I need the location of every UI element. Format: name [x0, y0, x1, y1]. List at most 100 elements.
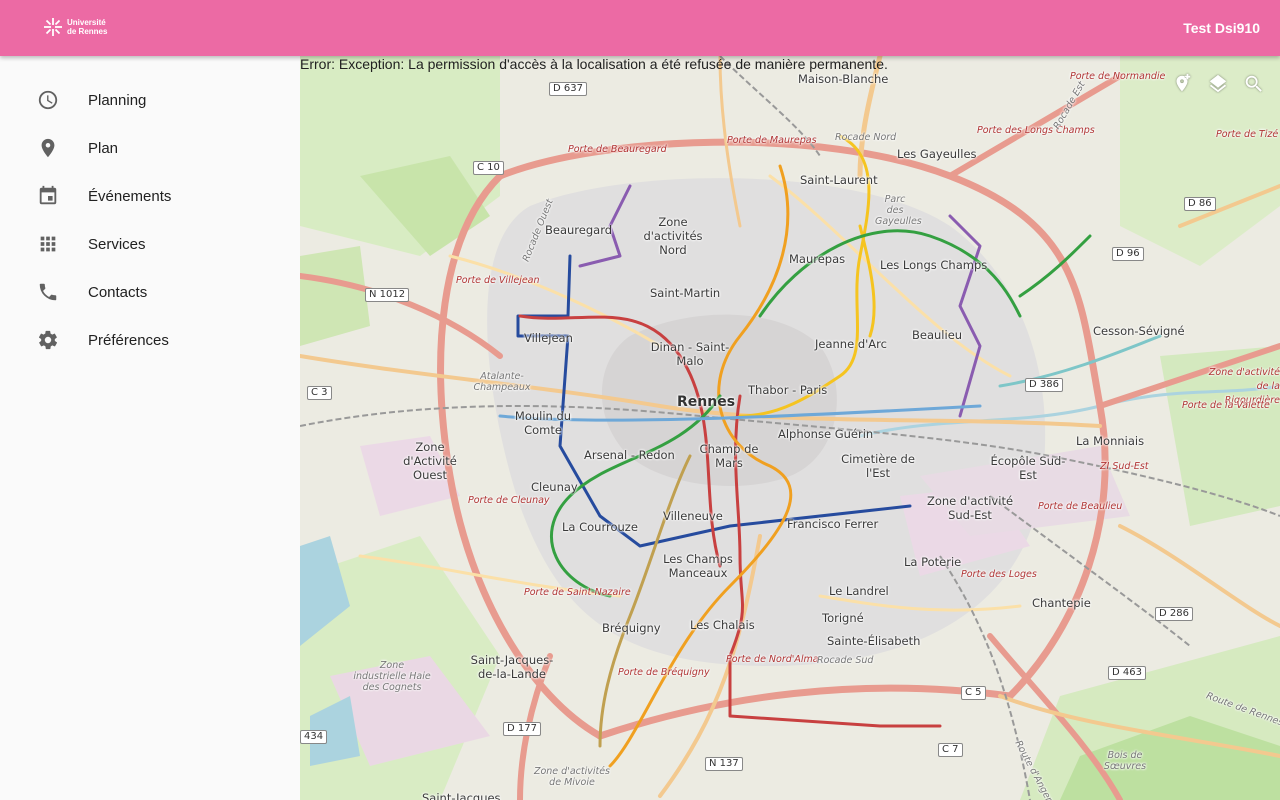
place-label: La Courrouze — [562, 520, 638, 534]
place-label: Chantepie — [1032, 596, 1091, 610]
porte-label: Porte de Beaulieu — [1038, 501, 1123, 512]
place-label: Champ de Mars — [699, 442, 759, 470]
nav-label-plan: Plan — [88, 139, 119, 157]
road-number: C 5 — [961, 686, 986, 700]
road-number: D 96 — [1112, 247, 1144, 261]
place-label: Dinan - Saint-Malo — [650, 340, 730, 368]
place-label: Les Chalais — [690, 618, 755, 632]
porte-label: Porte des Longs Champs — [977, 125, 1095, 136]
place-label: Le Landrel — [829, 584, 889, 598]
porte-label: Porte de Nord'Alma — [726, 654, 819, 665]
nav-item-plan[interactable]: Plan — [0, 124, 300, 172]
app-bar: Université de Rennes Test Dsi910 — [0, 0, 1280, 56]
place-label: Torigné — [822, 611, 864, 625]
place-label: Écopôle Sud-Est — [990, 454, 1066, 482]
place-label: Beauregard — [545, 223, 613, 237]
layers-icon[interactable] — [1200, 72, 1236, 96]
place-label: Villejean — [524, 331, 573, 345]
nav-label-evenements: Événements — [88, 187, 172, 205]
clock-icon — [36, 88, 60, 112]
map-toolbar — [1164, 72, 1272, 96]
road-number: N 1012 — [365, 288, 410, 302]
road-label: Rocade Sud — [817, 655, 874, 666]
location-pin-icon — [36, 136, 60, 160]
nav-item-contacts[interactable]: Contacts — [0, 268, 300, 316]
place-label: Zone d'activités Nord — [643, 215, 703, 257]
porte-label: Porte de Bréquigny — [618, 667, 710, 678]
place-label: Saint-Laurent — [800, 173, 878, 187]
road-number: C 10 — [473, 161, 504, 175]
road-number: D 286 — [1155, 607, 1193, 621]
porte-label: Porte des Loges — [961, 569, 1037, 580]
university-logo[interactable]: Université de Rennes — [42, 16, 107, 38]
nav-label-preferences: Préférences — [88, 331, 169, 349]
city-label-rennes: Rennes — [677, 394, 736, 410]
road-number: 434 — [300, 730, 328, 744]
nav-label-contacts: Contacts — [88, 283, 148, 301]
place-label: Atalante-Champeaux — [473, 371, 531, 393]
porte-label: Porte de Beauregard — [568, 144, 667, 155]
porte-label: Porte de Villejean — [456, 275, 540, 286]
place-label: La Poterie — [904, 555, 962, 569]
road-number: D 86 — [1184, 197, 1216, 211]
nav-item-services[interactable]: Services — [0, 220, 300, 268]
road-number: D 386 — [1025, 378, 1063, 392]
place-label: Bois de Sœuvres — [1103, 750, 1147, 772]
place-label: Zone d'Activité Ouest — [403, 440, 457, 482]
place-label: Zone industrielle Haie des Cognets — [353, 660, 431, 693]
road-number: C 7 — [938, 743, 963, 757]
place-label: Bréquigny — [602, 621, 661, 635]
place-label: Alphonse Guérin — [778, 427, 874, 441]
road-label: Rocade Nord — [835, 132, 897, 143]
place-label: Cesson-Sévigné — [1093, 324, 1185, 338]
place-label: Arsenal - Redon — [584, 448, 675, 462]
place-label: Les Gayeulles — [897, 147, 977, 161]
nav-item-preferences[interactable]: Préférences — [0, 316, 300, 364]
nav-label-planning: Planning — [88, 91, 147, 109]
place-label: Zone d'activités de Mivoie — [533, 766, 611, 788]
place-label: Parc des Gayeulles — [875, 194, 922, 227]
place-label: Moulin du Comte — [514, 409, 572, 437]
nav-label-services: Services — [88, 235, 146, 253]
search-icon[interactable] — [1236, 72, 1272, 96]
place-label: Cimetière de l'Est — [841, 452, 915, 480]
porte-label: Porte de Maurepas — [727, 135, 817, 146]
user-name[interactable]: Test Dsi910 — [1183, 20, 1260, 36]
place-label: Cleunay — [531, 480, 578, 494]
place-label: Les Longs Champs — [880, 258, 988, 272]
place-label: Sainte-Élisabeth — [827, 634, 921, 648]
road-number: D 177 — [503, 722, 541, 736]
nav-item-planning[interactable]: Planning — [0, 76, 300, 124]
nav-item-evenements[interactable]: Événements — [0, 172, 300, 220]
porte-label: Porte de Tizé — [1216, 129, 1279, 140]
place-label: Saint-Jacques — [422, 791, 501, 800]
grid-icon — [36, 232, 60, 256]
calendar-icon — [36, 184, 60, 208]
map-view[interactable]: Error: Exception: La permission d'accès … — [300, 56, 1280, 800]
place-label: Saint-Martin — [650, 286, 721, 300]
road-number: D 637 — [549, 82, 587, 96]
gear-icon — [36, 328, 60, 352]
road-number: N 137 — [705, 757, 743, 771]
place-label: Villeneuve — [663, 509, 723, 523]
porte-label: Porte de la Valette — [1182, 400, 1270, 411]
logo-line-1: Université — [67, 18, 106, 27]
porte-label: Porte de Cleunay — [468, 495, 550, 506]
road-number: D 463 — [1108, 666, 1146, 680]
place-label: Maison-Blanche — [798, 72, 889, 86]
place-label: ZI Sud-Est — [1100, 461, 1149, 472]
logo-text: Université de Rennes — [67, 18, 107, 36]
place-label: Les Champs Manceaux — [663, 552, 733, 580]
place-label: Saint-Jacques-de-la-Lande — [470, 653, 554, 681]
place-label: La Monniais — [1076, 434, 1145, 448]
logo-line-2: de Rennes — [67, 27, 108, 36]
place-label: Zone d'activité Sud-Est — [926, 494, 1014, 522]
place-label: Jeanne d'Arc — [815, 337, 887, 351]
place-label: Beaulieu — [912, 328, 963, 342]
add-location-icon[interactable] — [1164, 72, 1200, 96]
porte-label: Porte de Saint-Nazaire — [524, 587, 631, 598]
logo-mark-icon — [44, 18, 62, 36]
place-label: Francisco Ferrer — [787, 517, 879, 531]
navigation-drawer: Planning Plan Événements Services Contac… — [0, 56, 301, 800]
porte-label: Porte de Normandie — [1070, 71, 1166, 82]
